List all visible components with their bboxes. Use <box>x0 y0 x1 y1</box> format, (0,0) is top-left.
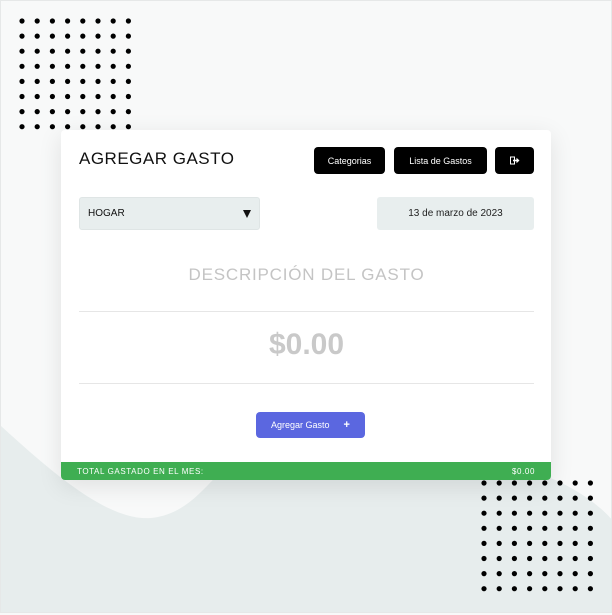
category-select[interactable]: HOGAR <box>79 197 260 230</box>
dot-pattern-bottom <box>481 480 593 592</box>
monthly-total-value: $0.00 <box>511 466 535 476</box>
amount-input[interactable]: $0.00 <box>79 328 534 362</box>
add-expense-card: AGREGAR GASTO Categorias Lista de Gastos… <box>61 130 551 480</box>
categories-button[interactable]: Categorias <box>314 147 385 174</box>
monthly-total-bar: TOTAL GASTADO EN EL MES: $0.00 <box>61 462 551 480</box>
divider <box>79 383 534 384</box>
page-title: AGREGAR GASTO <box>79 149 235 168</box>
description-input[interactable]: DESCRIPCIÓN DEL GASTO <box>79 265 534 285</box>
category-select-value: HOGAR <box>88 208 125 219</box>
dot-pattern-top <box>19 18 131 130</box>
logout-icon <box>509 156 519 165</box>
date-value: 13 de marzo de 2023 <box>408 208 503 219</box>
monthly-total-label: TOTAL GASTADO EN EL MES: <box>77 466 204 476</box>
expense-list-button[interactable]: Lista de Gastos <box>394 147 487 174</box>
plus-icon: + <box>343 419 350 431</box>
add-expense-button[interactable]: Agregar Gasto + <box>256 412 365 438</box>
date-picker[interactable]: 13 de marzo de 2023 <box>377 197 534 230</box>
triangle-down-icon <box>243 210 251 218</box>
divider <box>79 311 534 312</box>
logout-button[interactable] <box>495 147 534 174</box>
add-expense-button-label: Agregar Gasto <box>271 420 330 430</box>
